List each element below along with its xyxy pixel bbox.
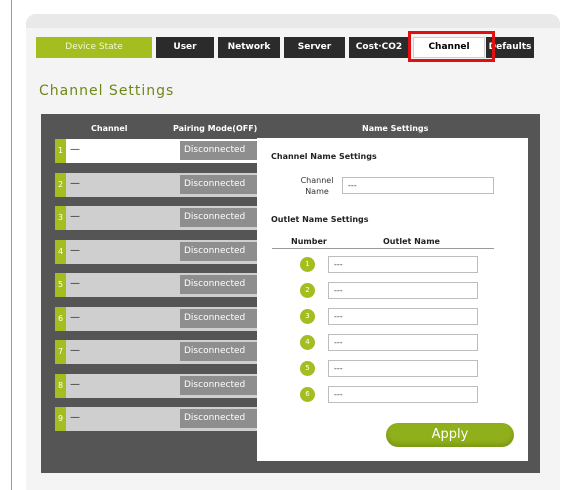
table-divider (272, 248, 494, 249)
outlet-name-input-5[interactable]: --- (328, 360, 478, 377)
column-header-number: Number (291, 237, 327, 246)
pairing-status: Disconnected (180, 141, 257, 160)
channel-number: 6 (55, 307, 66, 331)
tab-user[interactable]: User (156, 37, 214, 58)
outlet-number-badge: 3 (300, 309, 315, 324)
column-header-outlet-name: Outlet Name (383, 237, 440, 246)
outlet-number-badge: 4 (300, 335, 315, 350)
channel-number: 2 (55, 173, 66, 197)
tab-cost-co2[interactable]: Cost·CO2 (349, 37, 409, 58)
channel-row-4[interactable]: 4 — Disconnected (55, 240, 257, 264)
channel-name-input[interactable]: --- (342, 177, 494, 194)
channel-row-7[interactable]: 7 — Disconnected (55, 340, 257, 364)
column-header-name-settings: Name Settings (362, 124, 429, 133)
outlet-name-input-4[interactable]: --- (328, 334, 478, 351)
channel-number: 7 (55, 340, 66, 364)
outlet-number-badge: 5 (300, 361, 315, 376)
pairing-status: Disconnected (180, 409, 257, 428)
channel-name: — (70, 379, 80, 390)
column-header-pairing-mode: Pairing Mode(OFF) (173, 124, 258, 133)
outlet-number-badge: 6 (300, 387, 315, 402)
channel-name: — (70, 178, 80, 189)
outlet-name-input-1[interactable]: --- (328, 256, 478, 273)
channel-tab-highlight-box (408, 31, 495, 62)
channel-number: 1 (55, 139, 66, 163)
channel-number: 4 (55, 240, 66, 264)
channel-name-label: Channel Name (300, 176, 334, 196)
channel-name: — (70, 144, 80, 155)
outlet-number-badge: 2 (300, 283, 315, 298)
channel-name: — (70, 245, 80, 256)
channel-row-5[interactable]: 5 — Disconnected (55, 273, 257, 297)
pairing-status: Disconnected (180, 175, 257, 194)
apply-button[interactable]: Apply (386, 423, 514, 447)
channel-row-8[interactable]: 8 — Disconnected (55, 374, 257, 398)
outlet-name-input-2[interactable]: --- (328, 282, 478, 299)
pairing-status: Disconnected (180, 275, 257, 294)
card-top-bar (26, 14, 560, 28)
pairing-status: Disconnected (180, 242, 257, 261)
pairing-status: Disconnected (180, 376, 257, 395)
channel-number: 9 (55, 407, 66, 431)
channel-name: — (70, 278, 80, 289)
left-border-line (11, 0, 12, 490)
channel-number: 3 (55, 206, 66, 230)
channel-name: — (70, 211, 80, 222)
channel-number: 5 (55, 273, 66, 297)
outlet-name-input-6[interactable]: --- (328, 386, 478, 403)
channel-name: — (70, 412, 80, 423)
outlet-name-settings-title: Outlet Name Settings (271, 215, 369, 224)
channel-row-3[interactable]: 3 — Disconnected (55, 206, 257, 230)
page-title: Channel Settings (39, 83, 175, 99)
channel-name: — (70, 345, 80, 356)
tab-device-state[interactable]: Device State (36, 37, 152, 58)
channel-row-2[interactable]: 2 — Disconnected (55, 173, 257, 197)
channel-name: — (70, 312, 80, 323)
channel-name-settings-title: Channel Name Settings (271, 152, 377, 161)
pairing-status: Disconnected (180, 342, 257, 361)
outlet-name-input-3[interactable]: --- (328, 308, 478, 325)
channel-row-1[interactable]: 1 — Disconnected (55, 139, 257, 163)
tab-network[interactable]: Network (218, 37, 280, 58)
pairing-status: Disconnected (180, 309, 257, 328)
outlet-number-badge: 1 (300, 257, 315, 272)
column-header-channel: Channel (91, 124, 128, 133)
pairing-status: Disconnected (180, 208, 257, 227)
channel-row-6[interactable]: 6 — Disconnected (55, 307, 257, 331)
tab-server[interactable]: Server (284, 37, 345, 58)
channel-number: 8 (55, 374, 66, 398)
channel-row-9[interactable]: 9 — Disconnected (55, 407, 257, 431)
